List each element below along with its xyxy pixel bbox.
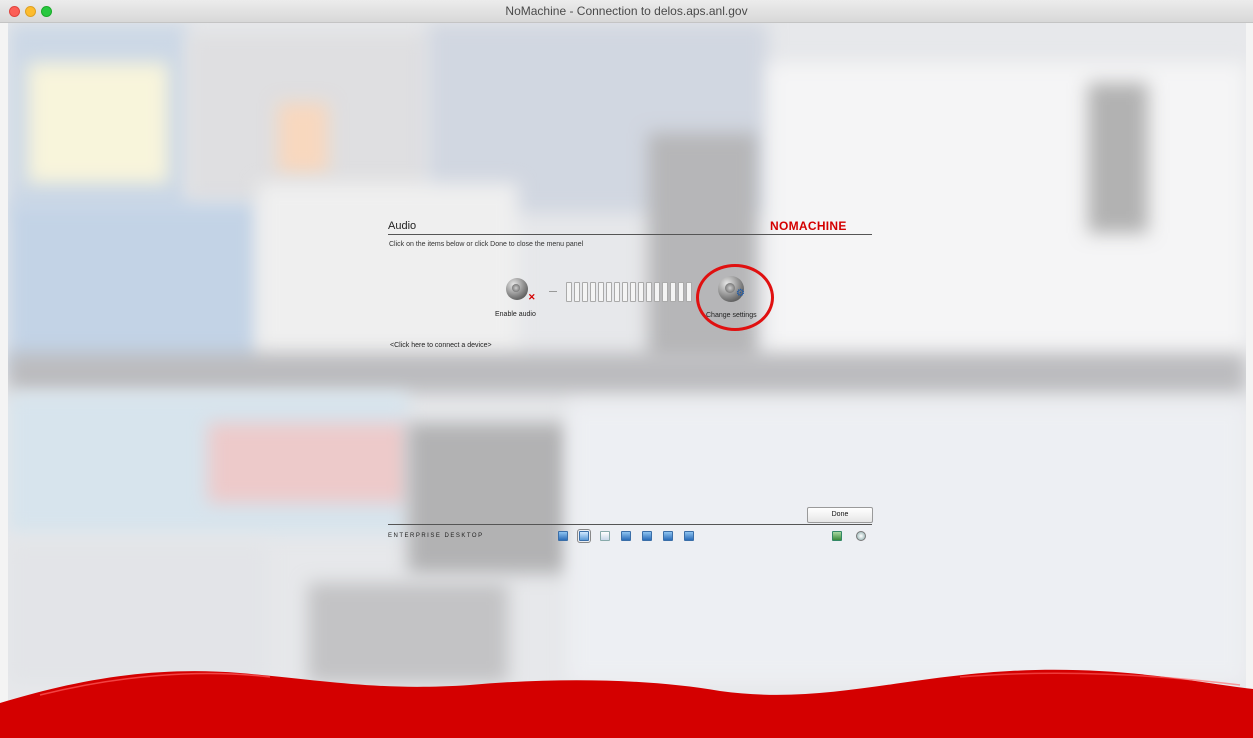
speaker-icon: [506, 278, 528, 300]
monitor-icon[interactable]: [832, 531, 842, 541]
level-bar: [622, 282, 628, 302]
level-bar: [614, 282, 620, 302]
title-bar: NoMachine - Connection to delos.aps.anl.…: [0, 0, 1253, 23]
screen-icon[interactable]: [663, 531, 673, 541]
audio-level-meter: [566, 282, 692, 302]
header-divider: [388, 234, 872, 235]
highlight-circle: [696, 264, 774, 331]
level-bar: [678, 282, 684, 302]
level-bar: [566, 282, 572, 302]
level-bar: [582, 282, 588, 302]
devices-icon[interactable]: [642, 531, 652, 541]
level-bar: [574, 282, 580, 302]
disabled-x-icon: ✕: [528, 292, 536, 302]
level-bar: [646, 282, 652, 302]
footer-divider: [388, 524, 872, 525]
fit-icon[interactable]: [577, 529, 591, 543]
level-bar: [662, 282, 668, 302]
level-bar: [638, 282, 644, 302]
nomachine-logo: NOMACHINE: [770, 219, 847, 233]
help-icon[interactable]: [856, 531, 866, 541]
level-bar: [686, 282, 692, 302]
panel-title: Audio: [388, 220, 417, 232]
level-bar: [606, 282, 612, 302]
remote-desktop-background: [8, 23, 1246, 738]
settings-icon[interactable]: [684, 531, 694, 541]
menu-icon[interactable]: [600, 531, 610, 541]
window-title: NoMachine - Connection to delos.aps.anl.…: [505, 4, 748, 18]
panel-instructions: Click on the items below or click Done t…: [389, 241, 584, 248]
display-icon[interactable]: [558, 531, 568, 541]
connector-line: [549, 291, 557, 292]
brand-label: ENTERPRISE DESKTOP: [388, 533, 484, 539]
level-bar: [630, 282, 636, 302]
menu-panel-overlay: [8, 23, 1246, 738]
level-bar: [598, 282, 604, 302]
level-bar: [590, 282, 596, 302]
speaker-cone-icon: [512, 284, 520, 292]
audio-icon[interactable]: [621, 531, 631, 541]
enable-audio-label: Enable audio: [495, 311, 536, 318]
connect-device-link[interactable]: <Click here to connect a device>: [390, 342, 492, 349]
nomachine-window: NoMachine - Connection to delos.aps.anl.…: [0, 0, 1253, 738]
level-bar: [670, 282, 676, 302]
done-button[interactable]: Done: [807, 507, 873, 523]
nomachine-red-wave: [0, 669, 1253, 738]
level-bar: [654, 282, 660, 302]
